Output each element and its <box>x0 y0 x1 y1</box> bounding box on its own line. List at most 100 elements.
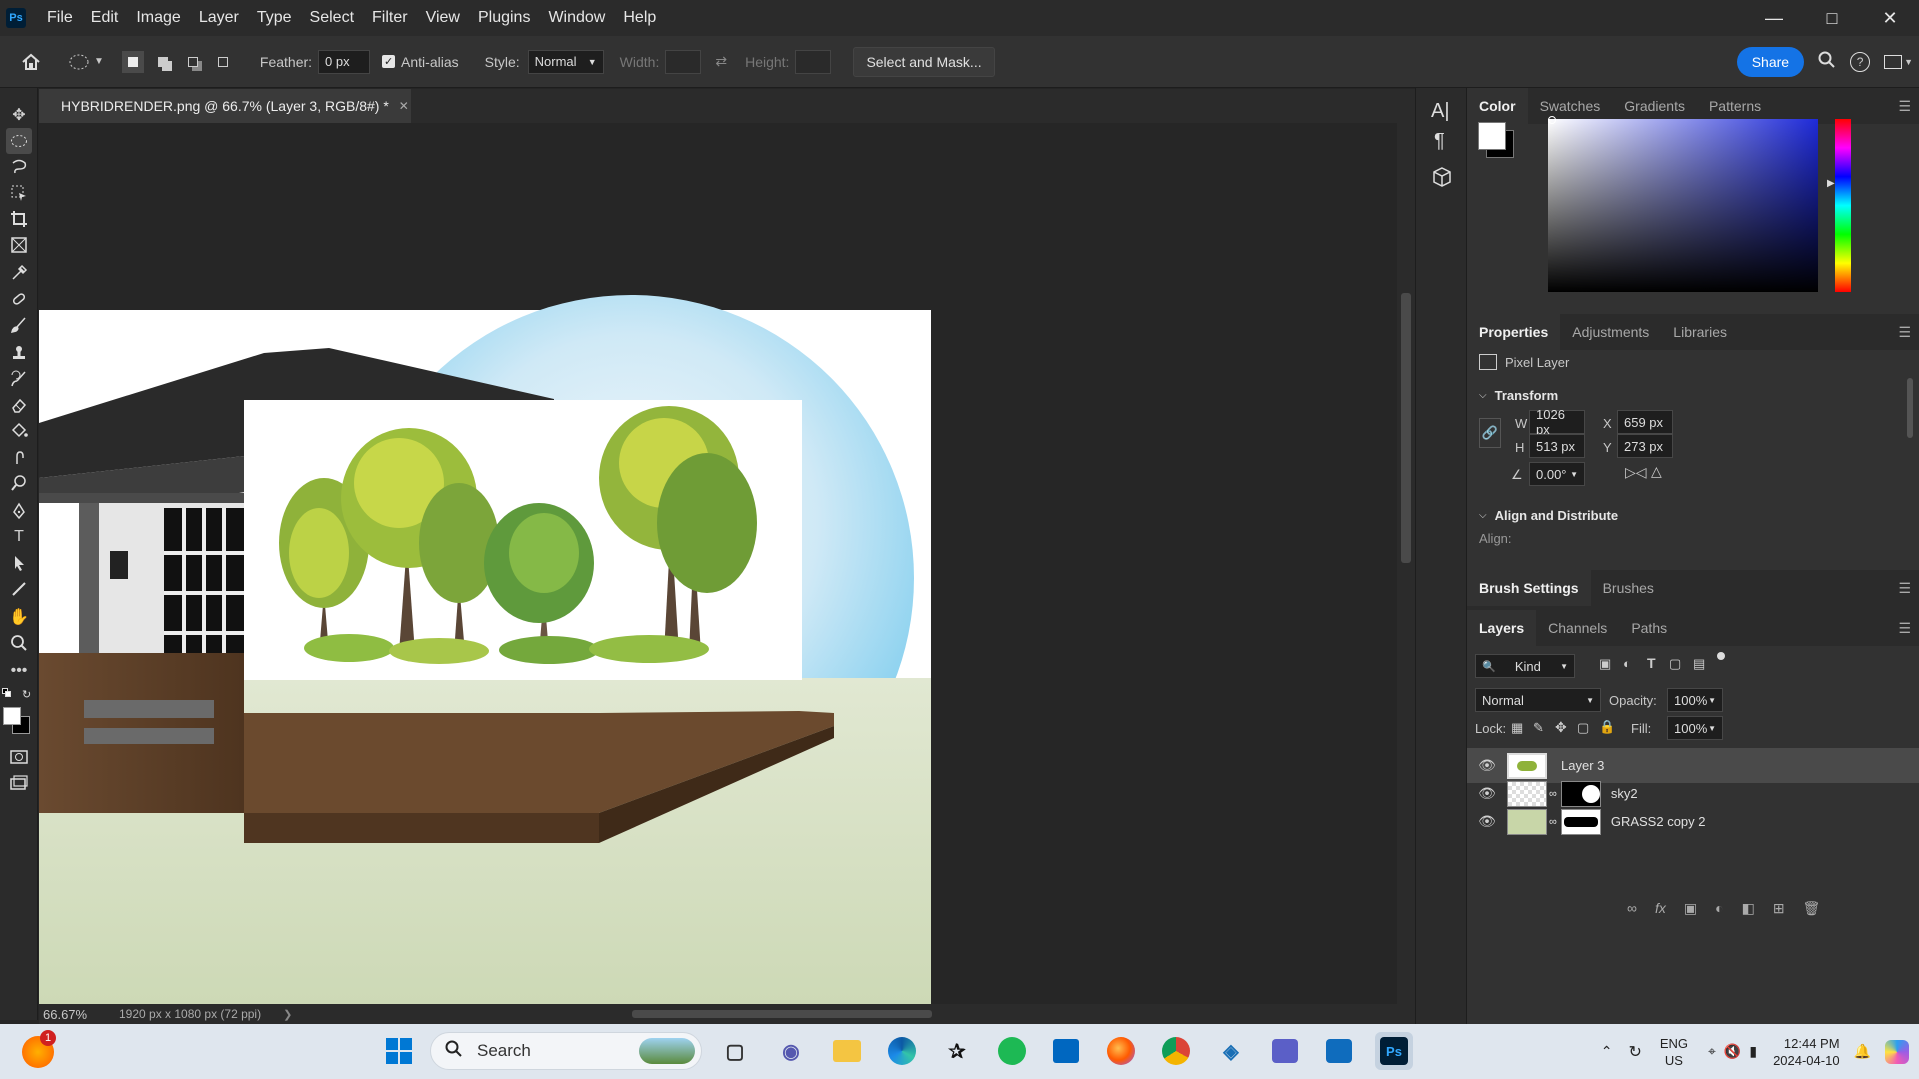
brush-tool-icon[interactable] <box>6 312 32 338</box>
battery-icon[interactable]: ▮ <box>1749 1043 1757 1060</box>
filter-pixel-icon[interactable]: ▣ <box>1599 656 1611 672</box>
history-brush-tool-icon[interactable] <box>6 366 32 392</box>
document-canvas[interactable] <box>39 123 1397 1004</box>
tab-properties[interactable]: Properties <box>1467 314 1561 350</box>
new-layer-icon[interactable]: ⊞ <box>1773 900 1785 917</box>
crop-tool-icon[interactable] <box>6 206 32 232</box>
start-button-icon[interactable] <box>380 1032 418 1070</box>
clone-stamp-tool-icon[interactable] <box>6 340 32 366</box>
paragraph-panel-icon[interactable]: ¶ <box>1434 130 1445 153</box>
antialias-checkbox[interactable]: ✓ <box>382 55 396 68</box>
filter-type-icon[interactable]: T <box>1647 655 1656 671</box>
share-button[interactable]: Share <box>1736 46 1805 77</box>
select-and-mask-button[interactable]: Select and Mask... <box>853 46 995 77</box>
minimize-icon[interactable]: — <box>1745 0 1803 36</box>
filter-adjustment-icon[interactable]: ◐ <box>1623 656 1631 671</box>
copilot-icon[interactable] <box>1885 1039 1909 1064</box>
elliptical-marquee-tool-icon[interactable] <box>6 128 32 154</box>
lock-artboard-icon[interactable]: ▢ <box>1577 720 1589 736</box>
color-picker-handle[interactable] <box>1548 116 1556 124</box>
tab-layers[interactable]: Layers <box>1467 610 1537 646</box>
angle-field[interactable]: 0.00° ▼ <box>1529 462 1585 486</box>
add-mask-icon[interactable]: ▣ <box>1684 900 1697 917</box>
menu-layer[interactable]: Layer <box>190 9 248 27</box>
help-icon[interactable]: ? <box>1850 51 1871 72</box>
panel-menu-icon[interactable]: ☰ <box>1898 324 1911 341</box>
spotify-icon[interactable] <box>993 1032 1031 1070</box>
wifi-icon[interactable]: ⌖ <box>1708 1043 1716 1060</box>
eraser-tool-icon[interactable] <box>6 392 32 418</box>
teams-icon[interactable] <box>1266 1032 1304 1070</box>
tab-brush-settings[interactable]: Brush Settings <box>1467 570 1591 606</box>
y-field[interactable]: 273 px <box>1617 434 1673 458</box>
scrollbar-thumb[interactable] <box>1401 293 1411 563</box>
spot-healing-brush-tool-icon[interactable] <box>6 286 32 312</box>
panel-menu-icon[interactable]: ☰ <box>1898 580 1911 597</box>
layer-name[interactable]: sky2 <box>1611 786 1638 801</box>
x-field[interactable]: 659 px <box>1617 410 1673 434</box>
layer-style-icon[interactable]: fx <box>1655 900 1666 917</box>
foreground-color-swatch[interactable] <box>3 707 21 725</box>
chevron-down-icon[interactable]: ⌵ <box>1479 390 1487 401</box>
workspace-icon[interactable]: ▼ <box>1884 54 1913 69</box>
menu-type[interactable]: Type <box>248 9 301 27</box>
layer-row-grass2-copy2[interactable]: 👁 ∞ GRASS2 copy 2 <box>1467 804 1919 839</box>
document-tab[interactable]: HYBRIDRENDER.png @ 66.7% (Layer 3, RGB/8… <box>39 89 411 123</box>
height-input[interactable] <box>795 49 832 74</box>
feather-input[interactable]: 0 px <box>318 49 371 74</box>
character-panel-icon[interactable]: A| <box>1431 100 1450 123</box>
menu-help[interactable]: Help <box>614 9 665 27</box>
frame-tool-icon[interactable] <box>6 232 32 258</box>
intersect-selection-icon[interactable] <box>212 51 234 73</box>
3d-panel-icon[interactable] <box>1432 166 1452 191</box>
tab-brushes[interactable]: Brushes <box>1591 570 1666 606</box>
rhino-app-icon[interactable]: ✰ <box>938 1032 976 1070</box>
layer-name[interactable]: Layer 3 <box>1561 758 1604 773</box>
menu-file[interactable]: File <box>38 9 82 27</box>
layer-mask-thumbnail[interactable] <box>1560 808 1601 835</box>
opacity-field[interactable]: 100% ▼ <box>1667 688 1723 712</box>
home-icon[interactable] <box>18 53 44 71</box>
lock-position-icon[interactable]: ✥ <box>1555 719 1567 736</box>
marquee-tool-preset-icon[interactable]: ▼ <box>68 53 104 71</box>
hue-slider-handle[interactable]: ▶ <box>1827 178 1835 189</box>
photoshop-taskbar-icon[interactable]: Ps <box>1375 1032 1413 1070</box>
mask-link-icon[interactable]: ∞ <box>1549 788 1557 800</box>
swap-dimensions-icon[interactable]: ⇄ <box>715 53 727 70</box>
visibility-eye-icon[interactable]: 👁 <box>1467 757 1507 774</box>
lock-all-icon[interactable]: 🔒 <box>1599 719 1615 735</box>
menu-view[interactable]: View <box>417 9 469 27</box>
new-group-icon[interactable]: ◧ <box>1742 900 1755 917</box>
menu-plugins[interactable]: Plugins <box>469 9 539 27</box>
hue-slider[interactable] <box>1835 119 1851 292</box>
height-field[interactable]: 513 px <box>1529 434 1585 458</box>
volume-muted-icon[interactable]: 🔇 <box>1724 1043 1741 1060</box>
fill-field[interactable]: 100% ▼ <box>1667 716 1723 740</box>
default-colors-icon[interactable] <box>2 688 12 698</box>
visibility-eye-icon[interactable]: 👁 <box>1467 813 1507 830</box>
paint-bucket-tool-icon[interactable] <box>6 418 32 444</box>
add-selection-icon[interactable] <box>152 51 174 73</box>
width-field[interactable]: 1026 px <box>1529 407 1585 437</box>
edge-browser-icon[interactable] <box>883 1032 921 1070</box>
language-region[interactable]: US <box>1665 1052 1683 1069</box>
teams-chat-icon[interactable]: ◉ <box>772 1032 810 1070</box>
adjustment-layer-icon[interactable]: ◐ <box>1715 900 1723 917</box>
dodge-tool-icon[interactable] <box>6 470 32 496</box>
chevron-down-icon[interactable]: ⌵ <box>1479 510 1487 521</box>
flip-vertical-icon[interactable]: △ <box>1651 463 1662 480</box>
color-field[interactable] <box>1548 119 1818 292</box>
filter-toggle-icon[interactable] <box>1717 652 1725 660</box>
menu-window[interactable]: Window <box>539 9 614 27</box>
language-code[interactable]: ENG <box>1660 1035 1688 1052</box>
task-view-icon[interactable]: ▢ <box>716 1032 754 1070</box>
foreground-color-chip[interactable] <box>1478 122 1506 150</box>
status-chevron-icon[interactable]: ❯ <box>283 1008 292 1021</box>
search-icon[interactable] <box>1818 51 1836 72</box>
lock-image-icon[interactable]: ✎ <box>1533 720 1544 736</box>
subtract-selection-icon[interactable] <box>182 51 204 73</box>
tab-color[interactable]: Color <box>1467 88 1528 124</box>
hand-tool-icon[interactable]: ✋ <box>6 604 32 630</box>
notifications-bell-icon[interactable]: 🔔 <box>1854 1043 1871 1060</box>
close-icon[interactable]: ✕ <box>1861 0 1919 36</box>
